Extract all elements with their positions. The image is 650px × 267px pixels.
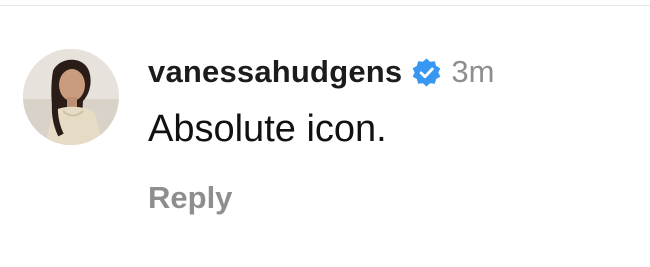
verified-badge-icon (411, 57, 442, 88)
reply-button[interactable]: Reply (148, 180, 232, 216)
top-divider (0, 5, 650, 6)
avatar-image (23, 49, 119, 145)
comment-timestamp: 3m (451, 54, 495, 89)
comment-header: vanessahudgens 3m (148, 52, 494, 92)
comment-text: Absolute icon. (148, 108, 387, 150)
username-link[interactable]: vanessahudgens (148, 54, 402, 90)
avatar[interactable] (23, 49, 119, 145)
